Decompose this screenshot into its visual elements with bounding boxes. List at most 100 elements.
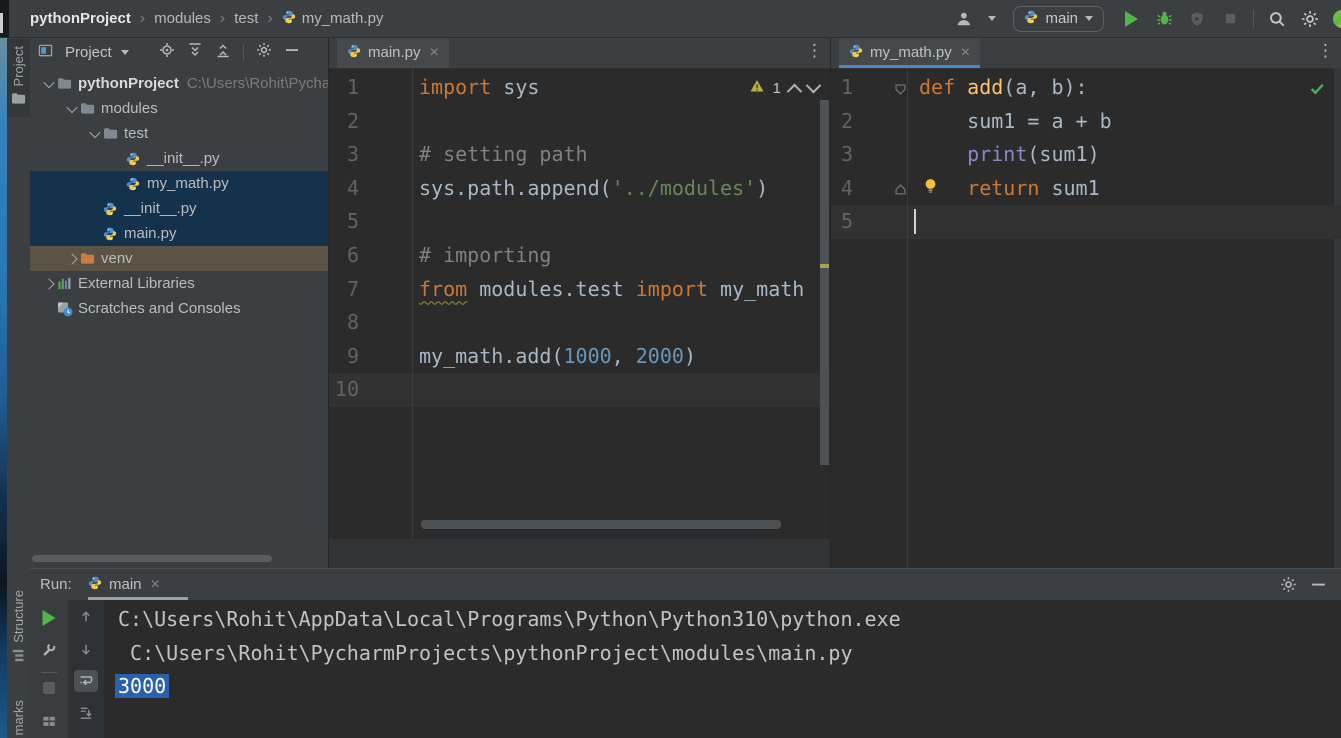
warning-stripe-mark[interactable] (820, 264, 829, 268)
wrench-icon[interactable] (41, 642, 57, 663)
vertical-scrollbar[interactable] (820, 100, 829, 465)
code-token: sum1 (1039, 176, 1099, 200)
project-horizontal-scrollbar[interactable] (32, 555, 272, 562)
sidebar-tab-bookmarks[interactable]: marks (7, 700, 30, 735)
tree-row[interactable]: main.py (30, 221, 328, 246)
chevron-right-icon[interactable] (66, 253, 77, 264)
scroll-to-end-icon[interactable] (79, 706, 94, 726)
sidebar-tab-structure[interactable]: Structure (7, 590, 30, 667)
chevron-down-icon[interactable] (43, 76, 54, 87)
libraries-icon (57, 276, 78, 291)
inspection-widget[interactable]: 1 (749, 78, 819, 98)
line-number: 3 (831, 138, 853, 172)
line-text: my_math.add(1000, 2000) (419, 340, 696, 374)
project-dropdown-caret[interactable] (121, 50, 129, 55)
run-configuration-selector[interactable]: main (1013, 6, 1104, 32)
code-token (919, 142, 967, 166)
rerun-button[interactable] (43, 610, 56, 631)
project-panel-title[interactable]: Project (65, 44, 112, 61)
tree-row[interactable]: my_math.py (30, 171, 328, 196)
console-line: C:\Users\Rohit\AppData\Local\Programs\Py… (104, 603, 1341, 637)
run-panel-label: Run: (40, 576, 72, 593)
breadcrumb-separator: › (267, 10, 272, 28)
soft-wrap-icon[interactable] (74, 670, 98, 692)
code-token: , (612, 344, 636, 368)
down-stack-icon[interactable] (79, 642, 94, 662)
breadcrumb-item[interactable]: modules (154, 10, 211, 27)
search-icon[interactable] (1267, 9, 1287, 29)
project-tree: pythonProjectC:\Users\Rohit\Pychamodules… (30, 71, 328, 321)
close-icon[interactable]: × (961, 45, 970, 61)
line-number: 10 (329, 373, 359, 407)
code-token: from (419, 277, 467, 301)
tree-row[interactable]: test (30, 121, 328, 146)
project-panel-header: Project (30, 37, 328, 68)
coverage-icon[interactable] (1187, 9, 1207, 29)
prev-problem-icon[interactable] (787, 83, 803, 99)
breadcrumb-item[interactable]: pythonProject (30, 10, 131, 27)
editor-body-right[interactable]: 1def add(a, b):2 sum1 = a + b3 print(sum… (831, 68, 1341, 568)
code-token: # importing (419, 243, 551, 267)
breadcrumb-item[interactable]: test (234, 10, 258, 27)
tree-chevron-slot (40, 80, 57, 88)
line-number: 2 (831, 105, 853, 139)
user-dropdown-caret[interactable] (988, 16, 996, 21)
next-problem-icon[interactable] (806, 77, 822, 93)
breadcrumb-item[interactable]: my_math.py (282, 10, 384, 28)
up-stack-icon[interactable] (79, 609, 94, 629)
fold-region-icon[interactable] (895, 82, 906, 100)
expand-all-icon[interactable] (187, 42, 203, 63)
tab-main-py[interactable]: main.py × (337, 37, 449, 68)
stop-icon[interactable] (43, 682, 55, 694)
gear-icon[interactable] (256, 42, 272, 63)
avatar[interactable] (1333, 10, 1341, 28)
chevron-down-icon[interactable] (89, 126, 100, 137)
tree-row[interactable]: __init__.py (30, 196, 328, 221)
console-output[interactable]: C:\Users\Rohit\AppData\Local\Programs\Py… (104, 600, 1341, 738)
tree-row[interactable]: pythonProjectC:\Users\Rohit\Pycha (30, 71, 328, 96)
line-text: sum1 = a + b (919, 105, 1112, 139)
tree-row[interactable]: modules (30, 96, 328, 121)
desktop-background-strip (0, 37, 7, 738)
fold-end-icon[interactable] (895, 182, 906, 200)
close-icon[interactable]: × (430, 45, 439, 61)
hide-panel-icon[interactable] (284, 42, 300, 63)
folder-icon (57, 77, 78, 90)
tree-row[interactable]: venv (30, 246, 328, 271)
gear-icon[interactable] (1280, 576, 1297, 598)
play-icon (1125, 11, 1138, 27)
close-icon[interactable]: × (151, 577, 160, 593)
tree-chevron-slot (40, 280, 57, 288)
tab-my-math-py[interactable]: my_math.py × (839, 37, 980, 68)
chevron-right-icon[interactable] (43, 278, 54, 289)
stop-icon[interactable] (1220, 9, 1240, 29)
editor-tabbar-right: my_math.py × ⋮ (831, 37, 1341, 69)
locate-file-icon[interactable] (159, 42, 175, 63)
code-line: 8 (329, 306, 831, 340)
user-icon[interactable] (955, 9, 975, 29)
sidebar-tab-project[interactable]: Project (7, 39, 30, 117)
settings-gear-icon[interactable] (1300, 9, 1320, 29)
layout-grid-icon[interactable] (42, 714, 57, 734)
horizontal-scrollbar[interactable] (421, 520, 781, 529)
editor-body-left[interactable]: 1import sys23# setting path4sys.path.app… (329, 68, 831, 568)
debug-button[interactable] (1154, 9, 1174, 29)
tab-options-kebab-icon[interactable]: ⋮ (806, 41, 823, 61)
chevron-down-icon[interactable] (66, 101, 77, 112)
tree-row[interactable]: __init__.py (30, 146, 328, 171)
code-token: my_math.add( (419, 344, 564, 368)
tab-options-kebab-icon[interactable]: ⋮ (1317, 41, 1334, 61)
code-token: add (967, 75, 1003, 99)
tree-row[interactable]: External Libraries (30, 271, 328, 296)
line-number: 7 (329, 273, 359, 307)
run-tab-label: main (109, 576, 142, 593)
run-tab-main[interactable]: main × (88, 576, 160, 594)
collapse-all-icon[interactable] (215, 42, 231, 63)
intention-bulb-icon[interactable] (923, 178, 938, 199)
check-icon[interactable] (1309, 80, 1326, 102)
hide-panel-icon[interactable] (1310, 576, 1327, 598)
code-line: 4sys.path.append('../modules') (329, 172, 831, 206)
tool-window-icon (38, 43, 53, 63)
tree-row[interactable]: Scratches and Consoles (30, 296, 328, 321)
run-button[interactable] (1121, 9, 1141, 29)
